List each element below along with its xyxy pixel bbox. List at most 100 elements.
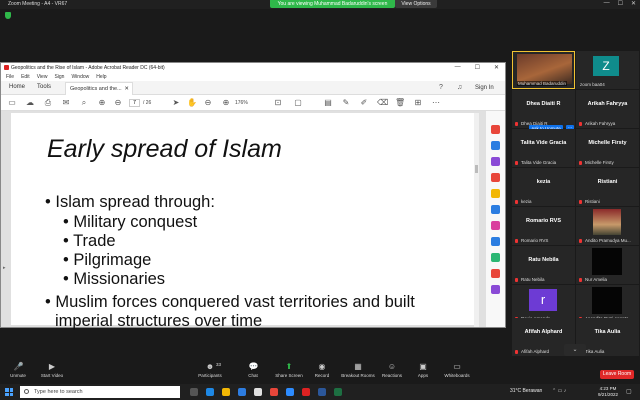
participant-tile[interactable]: Dhea Diaiti R Dhea Diaiti R	[512, 90, 575, 128]
word-app-icon[interactable]	[318, 388, 326, 396]
document-viewport[interactable]: ▸ Early spread of Islam • Islam spread t…	[1, 111, 505, 330]
scrollbar-thumb[interactable]	[475, 165, 478, 173]
participant-display-name: Talita Vide Gracia	[520, 140, 567, 146]
file-explorer-icon[interactable]	[222, 388, 230, 396]
draw-icon[interactable]: ✐	[359, 98, 369, 108]
start-video-button[interactable]: ▶ Start Video	[30, 363, 74, 379]
page-number-input[interactable]: 7	[129, 99, 140, 107]
participant-tile[interactable]: Andito Pramudya Mu...	[576, 207, 639, 245]
task-view-icon[interactable]	[190, 388, 198, 396]
tab-home[interactable]: Home	[9, 84, 25, 90]
mail-icon[interactable]: ✉	[61, 98, 71, 108]
print-icon[interactable]: ⎙	[43, 98, 53, 108]
tab-close-icon[interactable]: ✕	[124, 86, 129, 92]
participant-tile[interactable]: Nur Amelia	[576, 246, 639, 284]
search-icon[interactable]: ⌕	[79, 98, 89, 108]
participant-tile[interactable]: Romario RVS Romario RVS	[512, 207, 575, 245]
system-tray-icons[interactable]: ⌃ ▭ ♪	[552, 388, 566, 394]
security-shield-icon[interactable]	[5, 12, 11, 19]
notification-bell-icon[interactable]: ♫	[457, 84, 462, 91]
document-scrollbar[interactable]	[474, 113, 479, 327]
taskbar-search-input[interactable]: Type here to search	[20, 386, 180, 398]
comment-tool-icon[interactable]	[491, 189, 500, 198]
tab-tools[interactable]: Tools	[37, 84, 51, 90]
highlight-icon[interactable]: ✎	[341, 98, 351, 108]
help-icon[interactable]: ?	[439, 84, 443, 91]
zoom-app-icon[interactable]	[286, 388, 294, 396]
collapse-left-panel-icon[interactable]: ▸	[3, 265, 6, 271]
edit-pdf-icon[interactable]	[491, 157, 500, 166]
stamp-icon[interactable]: ⊞	[413, 98, 423, 108]
organize-pages-icon[interactable]	[491, 205, 500, 214]
comment-icon[interactable]: ▢	[293, 98, 303, 108]
participants-button[interactable]: ☻ Participants	[188, 363, 232, 379]
send-for-review-icon[interactable]	[491, 269, 500, 278]
save-icon[interactable]: ▭	[7, 98, 17, 108]
excel-app-icon[interactable]	[334, 388, 342, 396]
protect-icon[interactable]	[491, 253, 500, 262]
muted-mic-icon	[515, 239, 518, 243]
export-pdf-icon[interactable]	[491, 125, 500, 134]
participant-photo	[593, 209, 621, 235]
delete-icon[interactable]: 🗑	[395, 98, 405, 108]
create-pdf-icon[interactable]	[491, 141, 500, 150]
more-tools-strip-icon[interactable]	[491, 285, 500, 294]
bullet-item: • Pilgrimage	[63, 251, 152, 269]
acrobat-toolbar: ▭ ☁ ⎙ ✉ ⌕ ⊕ ⊖ 7 / 26 ➤ ✋ ⊖ ⊕ 176% ⊡ ▢ ▤ …	[1, 95, 505, 111]
close-icon[interactable]: ✕	[631, 0, 636, 7]
combine-files-icon[interactable]	[491, 173, 500, 182]
gallery-next-page-icon[interactable]: ⌄	[564, 344, 586, 356]
menu-sign[interactable]: Sign	[54, 74, 64, 80]
zoom-in-icon[interactable]: ⊕	[221, 98, 231, 108]
menu-help[interactable]: Help	[96, 74, 106, 80]
participant-tile[interactable]: Arikah Fahryya Arikah Fahryya	[576, 90, 639, 128]
participant-tile[interactable]: Z zoom baa04	[576, 51, 639, 89]
menu-window[interactable]: Window	[71, 74, 89, 80]
windows-start-icon[interactable]	[5, 388, 13, 396]
whiteboards-button[interactable]: ▭ Whiteboards	[435, 363, 479, 379]
acrobat-close-icon[interactable]: ✕	[494, 64, 499, 71]
leave-room-button[interactable]: Leave Room	[600, 370, 634, 379]
page-up-icon[interactable]: ⊕	[97, 98, 107, 108]
minimize-icon[interactable]: —	[604, 0, 610, 7]
select-cursor-icon[interactable]: ➤	[171, 98, 181, 108]
menu-edit[interactable]: Edit	[21, 74, 30, 80]
participant-tile[interactable]: Muhammad Badaruddin	[512, 51, 575, 89]
sticky-note-icon[interactable]: ▤	[323, 98, 333, 108]
notifications-icon[interactable]: ▢	[626, 388, 632, 395]
muted-mic-icon	[515, 350, 518, 354]
zoom-out-icon[interactable]: ⊖	[203, 98, 213, 108]
chrome-icon[interactable]	[270, 388, 278, 396]
view-options-button[interactable]: View Options	[395, 0, 437, 8]
participant-tile[interactable]: Talita Vide Gracia Talita Vide Gracia	[512, 129, 575, 167]
more-tools-icon[interactable]: ⋯	[431, 98, 441, 108]
acrobat-minimize-icon[interactable]: —	[455, 64, 461, 71]
acrobat-app-icon[interactable]	[302, 388, 310, 396]
scan-ocr-icon[interactable]	[491, 237, 500, 246]
hand-tool-icon[interactable]: ✋	[187, 98, 197, 108]
store-icon[interactable]	[254, 388, 262, 396]
fill-sign-icon[interactable]	[491, 221, 500, 230]
edge-icon[interactable]	[206, 388, 214, 396]
upload-icon[interactable]: ☁	[25, 98, 35, 108]
bullet-item: imperial structures over time	[55, 312, 263, 330]
participant-tile[interactable]: Michelle Firsty Michelle Firsty	[576, 129, 639, 167]
weather-widget[interactable]: 31°C Berawan	[510, 388, 542, 394]
participant-name: Nur Amelia	[585, 277, 608, 282]
zoom-level-select[interactable]: 176%	[235, 100, 248, 106]
menu-file[interactable]: File	[6, 74, 14, 80]
participant-tile[interactable]: Ristiani Ristiani	[576, 168, 639, 206]
tab-document[interactable]: Geopolitics and the... ✕	[65, 82, 133, 95]
marquee-zoom-icon[interactable]: ⊡	[273, 98, 283, 108]
menu-view[interactable]: View	[37, 74, 48, 80]
erase-icon[interactable]: ⌫	[377, 98, 388, 108]
participant-tile[interactable]: Ratu Nebila Ratu Nebila	[512, 246, 575, 284]
participant-video	[517, 54, 572, 84]
participant-tile[interactable]: kezia kezia	[512, 168, 575, 206]
taskbar-clock[interactable]: 4:23 PM 9/21/2022	[598, 386, 618, 398]
sign-in-link[interactable]: Sign In	[475, 85, 494, 91]
maximize-icon[interactable]: ☐	[618, 0, 623, 7]
mail-app-icon[interactable]	[238, 388, 246, 396]
page-down-icon[interactable]: ⊖	[113, 98, 123, 108]
acrobat-maximize-icon[interactable]: ☐	[475, 64, 480, 71]
